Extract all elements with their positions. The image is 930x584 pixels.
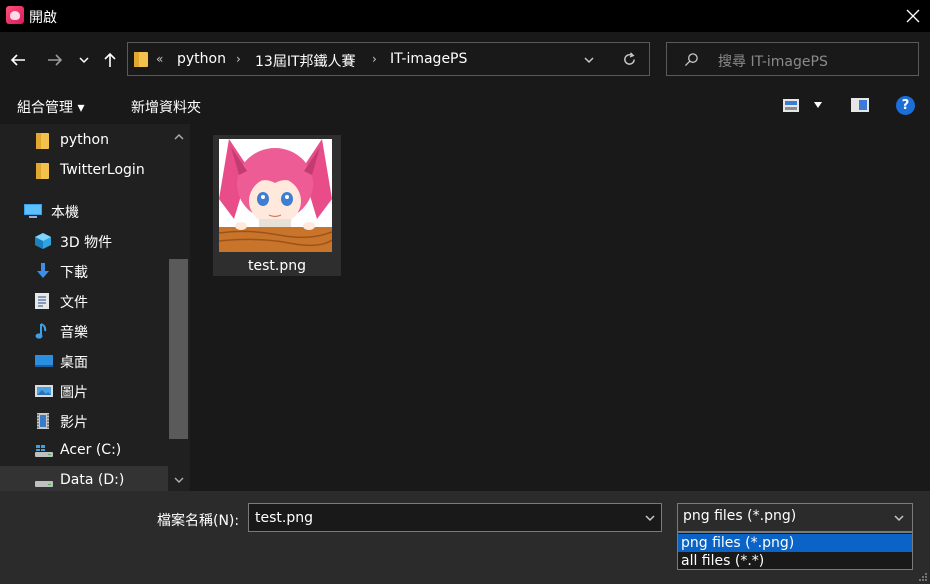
arrow-up-icon xyxy=(104,52,116,67)
file-thumbnail[interactable] xyxy=(219,139,332,252)
sidebar-item[interactable]: 音樂 xyxy=(0,316,168,346)
organize-button[interactable]: 組合管理 ▾ xyxy=(17,97,84,117)
new-folder-button[interactable]: 新增資料夾 xyxy=(131,97,201,117)
sidebar-item[interactable]: 本機 xyxy=(0,196,168,226)
close-button[interactable] xyxy=(896,0,930,32)
arrow-left-icon xyxy=(10,54,25,66)
up-button[interactable] xyxy=(99,48,121,72)
help-icon[interactable]: ? xyxy=(896,96,915,115)
file-name-label[interactable]: test.png xyxy=(213,258,341,274)
filetype-dropdown-button[interactable] xyxy=(889,508,909,528)
window-title: 開啟 xyxy=(29,10,57,26)
filetype-selected-value[interactable]: png files (*.png) xyxy=(683,508,796,524)
view-options-button[interactable] xyxy=(782,97,830,115)
search-placeholder: 搜尋 IT-imagePS xyxy=(718,54,828,70)
title-bar xyxy=(0,0,930,32)
arrow-right-icon xyxy=(48,54,63,66)
back-button[interactable] xyxy=(6,48,30,72)
chevron-down-icon xyxy=(645,515,655,522)
chevron-down-icon xyxy=(894,515,904,522)
sidebar-item[interactable]: 影片 xyxy=(0,406,168,436)
search-icon xyxy=(684,53,698,67)
folder-icon xyxy=(134,52,148,67)
download-icon xyxy=(34,262,52,280)
sidebar-item[interactable]: 下載 xyxy=(0,256,168,286)
filename-input[interactable] xyxy=(248,503,662,532)
sidebar-item[interactable]: 圖片 xyxy=(0,376,168,406)
sidebar-item[interactable]: 3D 物件 xyxy=(0,226,168,256)
breadcrumb-overflow[interactable]: « xyxy=(156,52,163,66)
sidebar-item-label: 圖片 xyxy=(60,385,88,401)
video-icon xyxy=(34,412,52,430)
sidebar-item[interactable]: TwitterLogin xyxy=(0,156,168,186)
sidebar-item[interactable]: python xyxy=(0,126,168,156)
folder-icon xyxy=(34,132,52,150)
app-icon xyxy=(6,6,24,24)
close-icon xyxy=(906,9,920,23)
breadcrumb-item-python[interactable]: python xyxy=(177,51,226,67)
forward-button[interactable] xyxy=(43,48,67,72)
filetype-option-all[interactable]: all files (*.*) xyxy=(678,552,912,570)
sidebar-item-label: 桌面 xyxy=(60,355,88,371)
desktop-icon xyxy=(34,352,53,370)
scroll-up-icon[interactable] xyxy=(173,132,185,142)
breadcrumb-item-it-imageps[interactable]: IT-imagePS xyxy=(390,51,467,67)
drive-d-icon xyxy=(34,472,53,490)
sidebar-item-label: 下載 xyxy=(60,265,88,281)
resize-grip-icon[interactable] xyxy=(918,572,928,582)
address-bar[interactable]: « python › 13屆IT邦鐵人賽 › IT-imagePS xyxy=(127,42,650,76)
sidebar-item-label: Acer (C:) xyxy=(60,442,122,458)
breadcrumb-separator-icon[interactable]: › xyxy=(372,52,377,66)
sidebar-item-label: 音樂 xyxy=(60,325,88,341)
cube-icon xyxy=(34,232,52,250)
scroll-down-icon[interactable] xyxy=(173,475,185,485)
filename-dropdown-button[interactable] xyxy=(640,508,660,528)
document-icon xyxy=(34,292,52,310)
sidebar-item-label: python xyxy=(60,132,109,148)
computer-icon xyxy=(23,202,42,220)
chevron-down-icon xyxy=(79,57,89,64)
sidebar-item-label: 影片 xyxy=(60,415,88,431)
chevron-down-icon[interactable] xyxy=(583,54,595,66)
refresh-icon[interactable] xyxy=(622,52,637,67)
sidebar-item-label: 本機 xyxy=(51,205,79,221)
scrollbar-thumb[interactable] xyxy=(169,259,188,439)
sidebar-item-label: Data (D:) xyxy=(60,472,125,488)
filename-label: 檔案名稱(N): xyxy=(157,513,240,529)
search-box[interactable]: 搜尋 IT-imagePS xyxy=(666,42,919,76)
sidebar-item-label: TwitterLogin xyxy=(60,162,145,178)
anime-girl-thumbnail-image xyxy=(219,139,332,252)
music-icon xyxy=(34,322,52,340)
caret-down-icon xyxy=(814,102,822,108)
preview-pane-icon[interactable] xyxy=(850,97,870,113)
filetype-dropdown-list: png files (*.png) all files (*.*) xyxy=(677,532,913,570)
filetype-option-png[interactable]: png files (*.png) xyxy=(678,534,912,552)
breadcrumb-item-ironman[interactable]: 13屆IT邦鐵人賽 xyxy=(255,51,356,71)
breadcrumb-separator-icon[interactable]: › xyxy=(236,52,241,66)
pictures-icon xyxy=(34,382,53,400)
sidebar-item-label: 3D 物件 xyxy=(60,235,113,251)
sidebar-item[interactable]: 文件 xyxy=(0,286,168,316)
recent-locations-button[interactable] xyxy=(76,50,92,70)
view-icon xyxy=(783,99,799,112)
folder-icon xyxy=(34,162,52,180)
sidebar-item-label: 文件 xyxy=(60,295,88,311)
drive-c-icon xyxy=(34,442,53,460)
sidebar-item[interactable]: Acer (C:) xyxy=(0,436,168,466)
sidebar-item[interactable]: 桌面 xyxy=(0,346,168,376)
